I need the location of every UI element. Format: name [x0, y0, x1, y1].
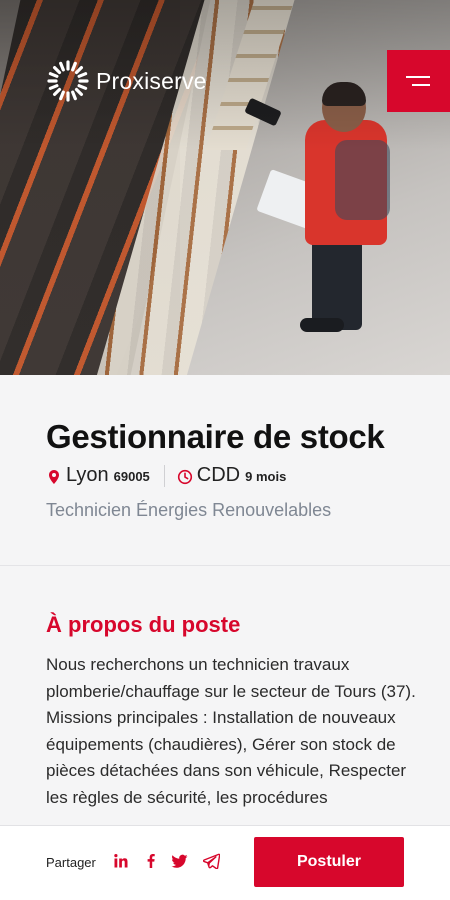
brand-logo[interactable]: Proxiserve: [46, 58, 207, 104]
job-contract: CDD: [196, 464, 241, 486]
brand-name: Proxiserve: [96, 67, 207, 94]
share-label: Partager: [46, 855, 96, 870]
apply-button[interactable]: Postuler: [254, 837, 404, 887]
menu-button[interactable]: [387, 50, 450, 112]
clock-icon: [177, 468, 193, 484]
about-title: À propos du poste: [46, 612, 241, 637]
twitter-icon[interactable]: [169, 851, 189, 871]
job-postcode: 69005: [113, 469, 150, 484]
sunburst-logo-icon: [46, 59, 90, 103]
job-meta: Lyon 69005 CDD 9 mois: [46, 464, 286, 487]
facebook-icon[interactable]: [141, 851, 161, 871]
hamburger-menu-icon: [406, 76, 430, 78]
meta-divider: [163, 464, 165, 487]
section-divider: [0, 565, 450, 566]
hero-image: [0, 0, 450, 375]
location-pin-icon: [46, 468, 62, 484]
job-category: Technicien Énergies Renouvelables: [46, 500, 332, 520]
job-title: Gestionnaire de stock: [46, 418, 385, 455]
telegram-icon[interactable]: [201, 851, 221, 871]
about-text: Nous recherchons un technicien travaux p…: [46, 655, 416, 807]
job-duration: 9 mois: [245, 469, 287, 484]
job-city: Lyon: [66, 464, 109, 486]
linkedin-icon[interactable]: [111, 851, 131, 871]
